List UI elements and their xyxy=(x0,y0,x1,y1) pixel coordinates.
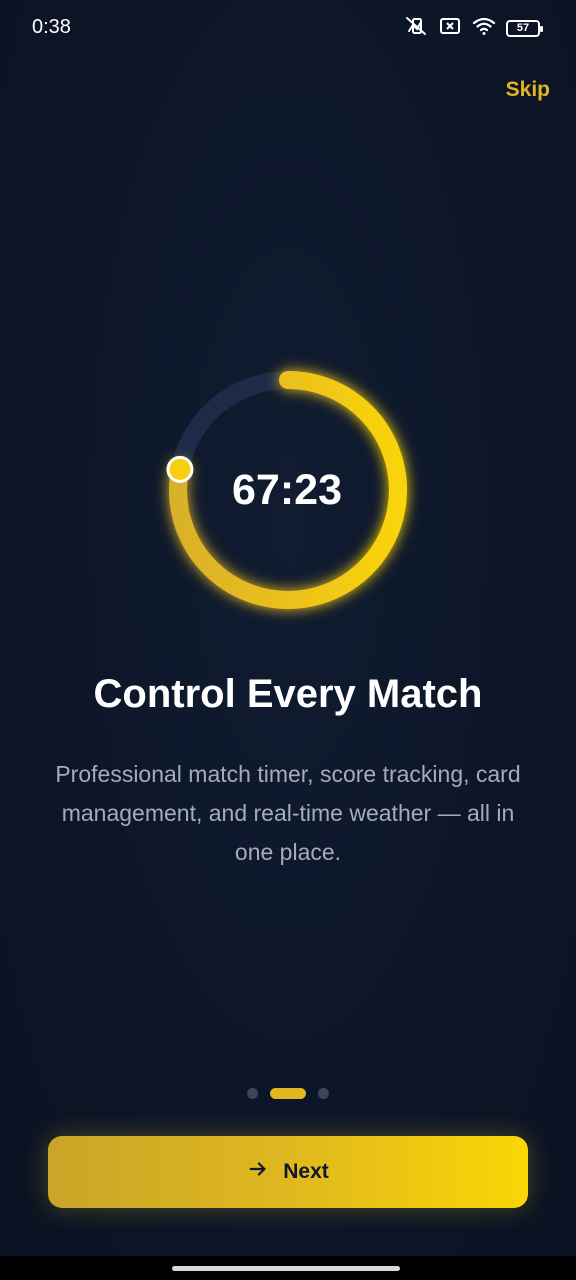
home-indicator[interactable] xyxy=(172,1266,400,1271)
wifi-icon xyxy=(472,14,496,43)
battery-level: 57 xyxy=(516,22,530,34)
skip-button[interactable]: Skip xyxy=(506,78,550,102)
page-dot-1[interactable] xyxy=(247,1088,258,1099)
system-nav-bar xyxy=(0,1256,576,1280)
timer-display: 67:23 xyxy=(232,465,342,514)
no-sim-icon xyxy=(438,14,462,43)
match-timer-ring: 67:23 xyxy=(148,350,428,630)
status-bar: 0:38 57 xyxy=(0,0,576,56)
status-time: 0:38 xyxy=(32,16,71,38)
page-dot-2-active[interactable] xyxy=(270,1088,306,1099)
onboarding-description: Professional match timer, score tracking… xyxy=(55,761,521,865)
vibrate-off-icon xyxy=(404,14,428,43)
onboarding-title: Control Every Match xyxy=(93,672,483,716)
battery-icon: 57 xyxy=(506,19,543,37)
next-button-label: Next xyxy=(283,1160,329,1183)
page-indicator xyxy=(0,1088,576,1099)
page-dot-3[interactable] xyxy=(318,1088,329,1099)
arrow-right-icon xyxy=(247,1158,269,1186)
onboarding-screen: 0:38 57 Skip 67:23 Control Every Match P… xyxy=(0,0,576,1280)
status-icons: 57 xyxy=(404,14,543,43)
next-button[interactable]: Next xyxy=(48,1136,528,1208)
